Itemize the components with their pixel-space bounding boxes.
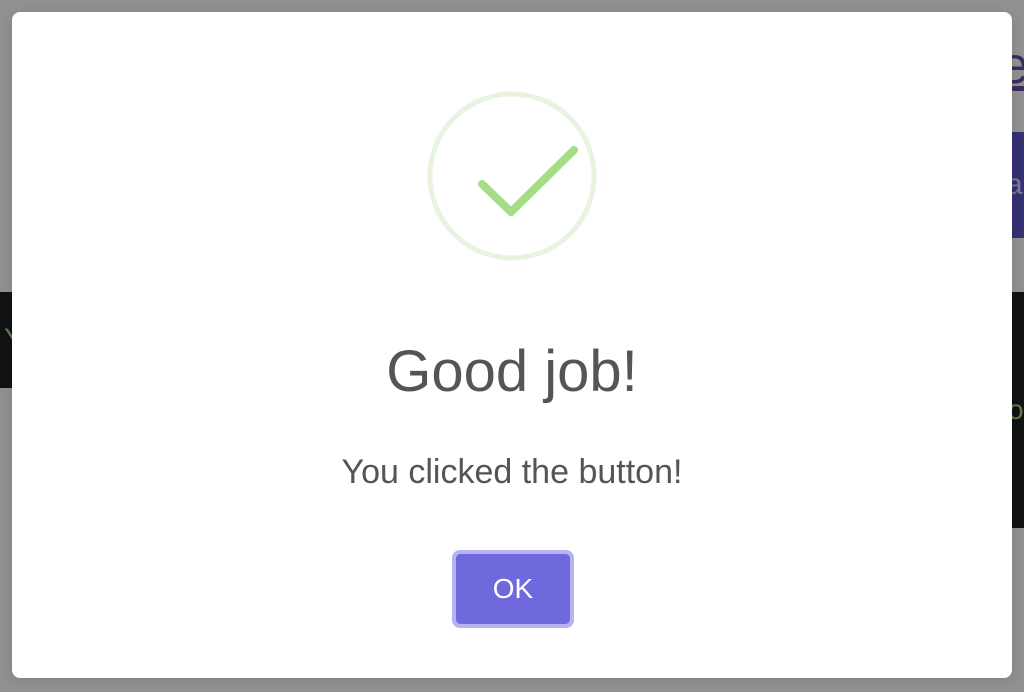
dialog-title: Good job! xyxy=(386,339,638,404)
success-dialog: Good job! You clicked the button! OK xyxy=(12,12,1012,678)
ok-button[interactable]: OK xyxy=(452,550,574,628)
dialog-message: You clicked the button! xyxy=(341,453,683,491)
success-checkmark-icon xyxy=(426,90,598,262)
